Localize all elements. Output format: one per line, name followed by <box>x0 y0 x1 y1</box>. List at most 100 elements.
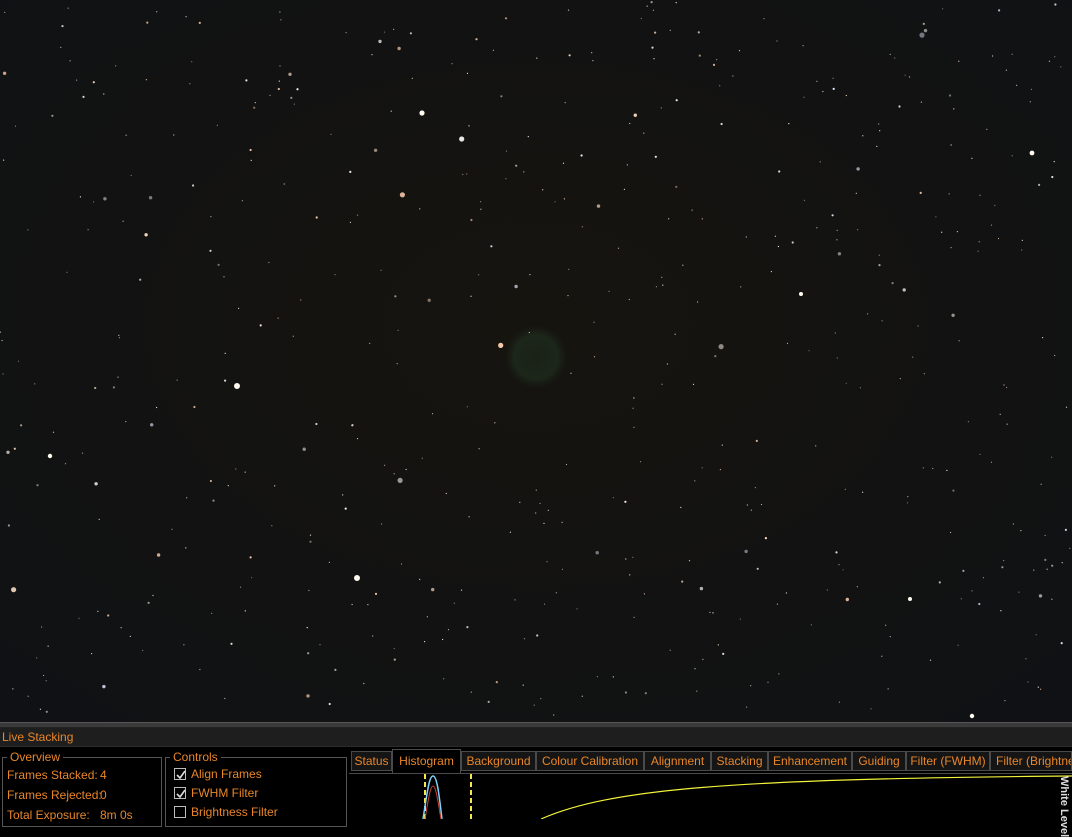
star <box>249 148 252 152</box>
star <box>241 200 243 202</box>
align-frames-checkbox[interactable] <box>174 768 186 780</box>
tab-background[interactable]: Background <box>461 751 536 771</box>
brightness-filter-label[interactable]: Brightness Filter <box>191 805 278 819</box>
tab-guiding[interactable]: Guiding <box>852 751 906 771</box>
star <box>369 342 371 344</box>
star <box>788 123 790 125</box>
star <box>478 274 480 276</box>
star <box>546 561 548 563</box>
star <box>698 54 701 57</box>
star <box>411 77 413 79</box>
star <box>199 668 201 671</box>
star <box>881 655 883 657</box>
star <box>750 509 752 511</box>
star <box>238 307 240 309</box>
star <box>856 167 860 171</box>
star <box>608 290 610 292</box>
star <box>997 237 1000 240</box>
star <box>1038 594 1043 598</box>
star <box>189 83 191 85</box>
tab-colour-calibration[interactable]: Colour Calibration <box>536 751 644 771</box>
star <box>64 463 67 465</box>
align-frames-label[interactable]: Align Frames <box>191 767 262 781</box>
star <box>845 597 849 602</box>
star <box>223 276 225 278</box>
star <box>466 173 468 175</box>
histogram-view[interactable] <box>349 773 1072 820</box>
star <box>756 567 759 570</box>
star <box>150 423 154 427</box>
star <box>519 501 521 503</box>
star <box>835 551 838 554</box>
star <box>147 601 150 604</box>
star <box>617 247 620 249</box>
star <box>668 218 670 220</box>
star <box>922 22 925 25</box>
star <box>822 90 824 93</box>
star <box>1004 700 1006 702</box>
star <box>1021 249 1023 251</box>
star <box>946 469 948 471</box>
tab-status[interactable]: Status <box>351 751 392 771</box>
star <box>669 649 671 651</box>
star <box>443 678 445 680</box>
star <box>838 564 840 566</box>
tab-stacking[interactable]: Stacking <box>711 751 768 771</box>
star <box>702 658 704 660</box>
star <box>1033 569 1035 571</box>
tab-histogram[interactable]: Histogram <box>392 749 461 773</box>
star <box>651 46 654 49</box>
star <box>553 714 555 716</box>
star <box>328 561 330 564</box>
bright-star <box>234 383 240 389</box>
star <box>529 274 531 276</box>
star <box>920 101 923 103</box>
tab-alignment[interactable]: Alignment <box>644 751 711 771</box>
star <box>1038 183 1041 186</box>
star <box>536 634 539 637</box>
star <box>356 214 359 216</box>
bright-star <box>908 597 912 601</box>
star <box>1011 53 1013 55</box>
star <box>626 164 629 166</box>
star <box>899 378 901 380</box>
star <box>932 467 934 470</box>
star <box>271 525 273 527</box>
star <box>523 171 525 173</box>
star <box>115 65 117 67</box>
star <box>490 245 493 248</box>
tab-enhancement[interactable]: Enhancement <box>768 751 852 771</box>
star <box>567 9 570 11</box>
star <box>778 673 780 675</box>
brightness-filter-checkbox[interactable] <box>174 806 186 818</box>
star <box>103 197 107 201</box>
star <box>1003 384 1005 386</box>
star <box>832 87 835 90</box>
fwhm-filter-label[interactable]: FWHM Filter <box>191 786 258 800</box>
star <box>760 503 763 506</box>
star <box>82 95 85 98</box>
tab-filter-fwhm[interactable]: Filter (FWHM) <box>906 751 990 771</box>
star <box>990 224 993 226</box>
total-exposure-value: 8m 0s <box>100 808 133 822</box>
star <box>1040 483 1042 485</box>
star <box>514 284 518 289</box>
star <box>661 383 663 385</box>
star <box>978 602 981 606</box>
star <box>442 638 444 641</box>
tab-filter-brightness[interactable]: Filter (Brightness) <box>990 751 1072 771</box>
star <box>419 208 421 210</box>
star <box>536 57 538 59</box>
star <box>192 184 195 187</box>
star <box>923 28 928 33</box>
star <box>13 447 16 450</box>
star <box>334 274 336 276</box>
star <box>643 593 646 595</box>
star <box>245 79 248 82</box>
fwhm-filter-checkbox[interactable] <box>174 787 186 799</box>
star <box>950 531 952 534</box>
star <box>139 278 142 281</box>
star <box>1006 423 1008 425</box>
star <box>581 695 583 697</box>
star <box>561 521 563 523</box>
